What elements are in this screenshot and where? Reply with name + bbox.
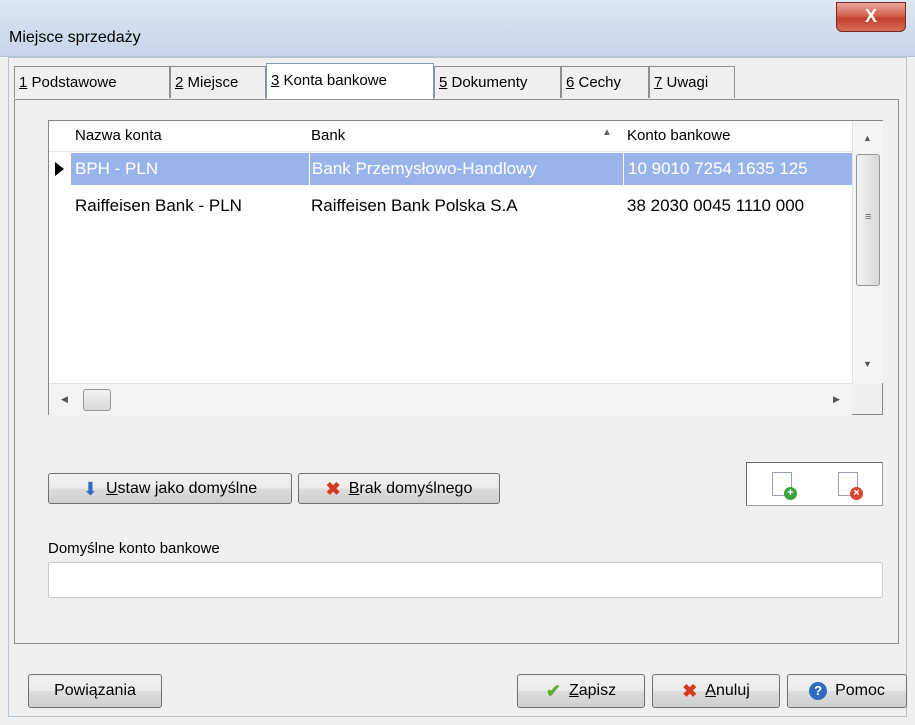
no-default-button[interactable]: ✖ Brak domyślnego xyxy=(298,473,500,504)
add-document-icon[interactable]: + xyxy=(772,472,797,500)
scrollbar-corner xyxy=(852,383,882,414)
tab-label: Konta bankowe xyxy=(279,72,387,89)
tab-label: Cechy xyxy=(574,74,622,91)
scroll-down-icon[interactable]: ▼ xyxy=(863,359,872,369)
help-button-label: Pomoc xyxy=(835,682,885,699)
horizontal-scroll-thumb[interactable] xyxy=(83,389,111,411)
title-bar[interactable]: Miejsce sprzedaży X xyxy=(0,0,915,57)
vertical-scroll-thumb[interactable]: ≡ xyxy=(856,154,880,286)
horizontal-scrollbar[interactable]: ◀ ▶ xyxy=(49,383,852,415)
help-icon: ? xyxy=(809,682,828,700)
cell-account-number: 10 9010 7254 1635 125 xyxy=(623,153,852,185)
column-header-account-number[interactable]: Konto bankowe xyxy=(627,121,852,151)
scroll-left-icon[interactable]: ◀ xyxy=(61,394,68,405)
dialog-window: Miejsce sprzedaży X 1 Podstawowe 2 Miejs… xyxy=(0,0,915,725)
cell-account-name: BPH - PLN xyxy=(71,153,309,185)
scroll-right-icon[interactable]: ▶ xyxy=(833,394,840,405)
tab-label: Miejsce xyxy=(183,74,239,91)
close-icon: X xyxy=(864,6,877,26)
save-button-label: Zapisz xyxy=(568,682,617,699)
arrow-down-icon: ⬇ xyxy=(82,478,98,499)
table-row[interactable]: Raiffeisen Bank - PLN Raiffeisen Bank Po… xyxy=(49,190,852,222)
help-button[interactable]: ? Pomoc xyxy=(787,674,907,708)
grid-header: Nazwa konta Bank ▲ Konto bankowe xyxy=(49,121,852,152)
tab-label: Dokumenty xyxy=(447,74,528,91)
cancel-button[interactable]: ✖ Anuluj xyxy=(652,674,780,708)
current-row-indicator-icon xyxy=(55,162,64,176)
save-button[interactable]: ✔ Zapisz xyxy=(517,674,645,708)
vertical-scrollbar[interactable]: ▲ ≡ ▼ xyxy=(852,121,883,383)
default-account-label: Domyślne konto bankowe xyxy=(48,540,220,557)
red-x-icon: ✖ xyxy=(325,478,341,499)
tab-label: Uwagi xyxy=(662,74,709,91)
remove-document-icon[interactable]: × xyxy=(838,472,863,500)
red-x-icon: ✖ xyxy=(682,681,698,701)
cancel-button-label: Anuluj xyxy=(705,682,750,699)
cell-account-number: 38 2030 0045 1110 000 xyxy=(627,196,805,215)
tab-uwagi[interactable]: 7 Uwagi xyxy=(649,66,735,98)
no-default-label: Brak domyślnego xyxy=(348,479,473,497)
checkmark-icon: ✔ xyxy=(545,681,561,701)
tab-label: Podstawowe xyxy=(27,74,117,91)
window-title: Miejsce sprzedaży xyxy=(9,29,141,46)
document-actions-panel: + × xyxy=(746,462,883,506)
tab-podstawowe[interactable]: 1 Podstawowe xyxy=(14,66,170,98)
tab-dokumenty[interactable]: 5 Dokumenty xyxy=(434,66,561,98)
tab-miejsce[interactable]: 2 Miejsce xyxy=(170,66,266,98)
cell-account-name: Raiffeisen Bank - PLN xyxy=(75,196,242,215)
column-header-account-name[interactable]: Nazwa konta xyxy=(75,121,301,151)
tab-konta-bankowe[interactable]: 3 Konta bankowe xyxy=(266,63,434,99)
bank-accounts-grid[interactable]: Nazwa konta Bank ▲ Konto bankowe BPH - P… xyxy=(48,120,883,415)
links-button[interactable]: Powiązania xyxy=(28,674,162,708)
cell-bank: Bank Przemysłowo-Handlowy xyxy=(309,153,623,185)
set-default-button[interactable]: ⬇ Ustaw jako domyślne xyxy=(48,473,292,504)
table-row[interactable]: BPH - PLN Bank Przemysłowo-Handlowy 10 9… xyxy=(49,153,852,185)
set-default-label: Ustaw jako domyślne xyxy=(105,479,258,497)
default-account-field[interactable] xyxy=(48,562,883,598)
column-header-bank[interactable]: Bank xyxy=(311,121,601,151)
sort-ascending-icon: ▲ xyxy=(602,127,612,138)
scroll-up-icon[interactable]: ▲ xyxy=(863,133,872,143)
close-button[interactable]: X xyxy=(836,2,906,32)
tab-cechy[interactable]: 6 Cechy xyxy=(561,66,649,98)
cell-bank: Raiffeisen Bank Polska S.A xyxy=(311,196,518,215)
grip-icon: ≡ xyxy=(865,211,872,223)
links-button-label: Powiązania xyxy=(54,682,136,699)
